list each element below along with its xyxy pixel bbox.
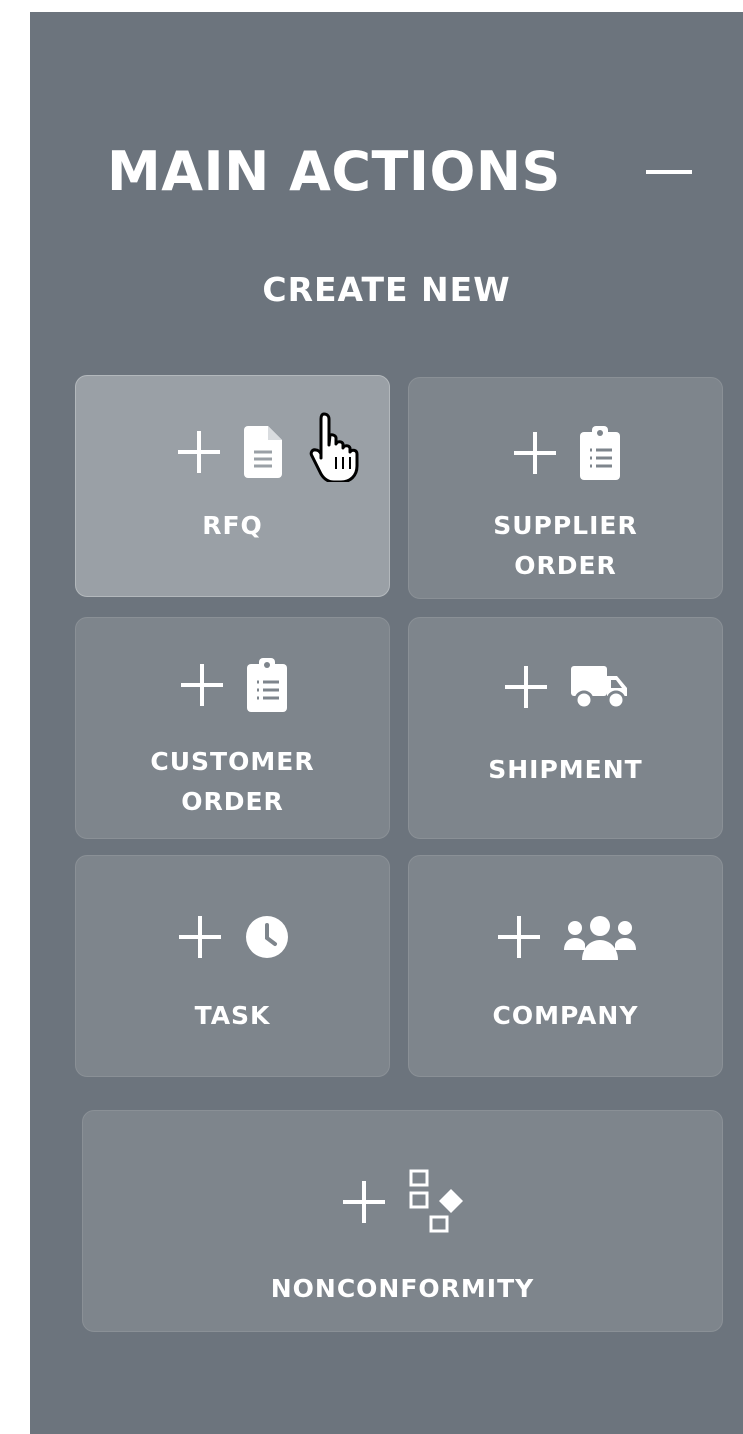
task-label: TASK: [194, 1001, 271, 1030]
create-task-button[interactable]: TASK: [75, 855, 390, 1077]
create-customer-order-button[interactable]: CUSTOMER ORDER: [75, 617, 390, 839]
plus-icon: [178, 916, 221, 958]
plus-icon: [497, 916, 540, 958]
plus-icon: [513, 432, 556, 474]
section-subtitle: CREATE NEW: [262, 270, 511, 309]
customer-order-label: CUSTOMER ORDER: [150, 747, 315, 816]
clipboard-list-icon: [246, 658, 287, 712]
create-rfq-button[interactable]: RFQ: [75, 375, 390, 597]
document-icon: [244, 426, 282, 478]
create-supplier-order-button[interactable]: SUPPLIER ORDER: [408, 377, 723, 599]
plus-icon: [178, 431, 220, 473]
panel-title: MAIN ACTIONS: [107, 140, 561, 203]
supplier-order-label: SUPPLIER ORDER: [493, 511, 638, 580]
nonconformity-label: NONCONFORMITY: [270, 1274, 535, 1303]
plus-icon: [180, 664, 223, 706]
main-actions-panel: MAIN ACTIONS CREATE NEW RFQ SUPPLIER ORD…: [30, 12, 743, 1434]
company-label: COMPANY: [492, 1001, 639, 1030]
shapes-icon: [409, 1169, 463, 1233]
rfq-label: RFQ: [202, 511, 263, 540]
plus-icon: [504, 666, 547, 708]
clipboard-list-icon: [579, 426, 620, 480]
shipment-label: SHIPMENT: [488, 755, 643, 784]
truck-icon: [570, 666, 627, 710]
users-icon: [563, 916, 636, 960]
hand-cursor-icon: [309, 412, 359, 482]
clock-icon: [245, 916, 288, 958]
collapse-icon[interactable]: [646, 170, 692, 174]
create-nonconformity-button[interactable]: NONCONFORMITY: [82, 1110, 723, 1332]
create-shipment-button[interactable]: SHIPMENT: [408, 617, 723, 839]
plus-icon: [342, 1181, 385, 1223]
create-company-button[interactable]: COMPANY: [408, 855, 723, 1077]
